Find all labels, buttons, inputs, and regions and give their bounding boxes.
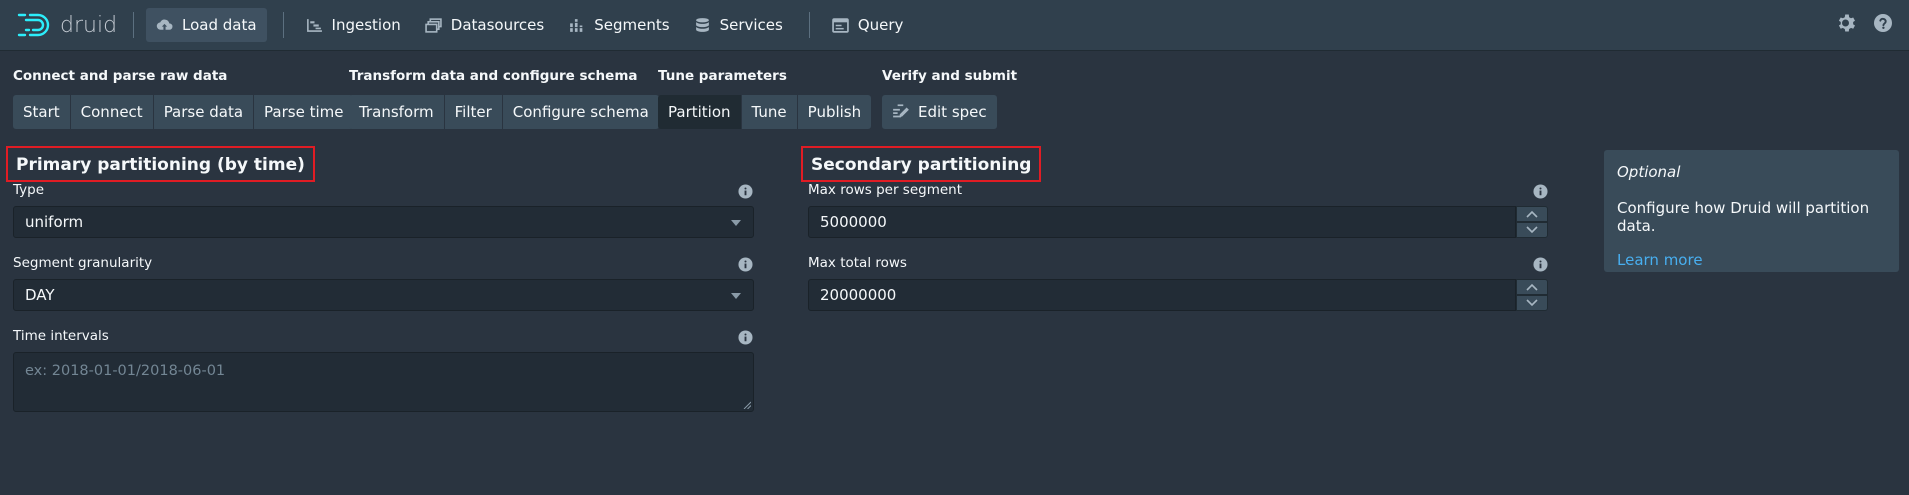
step-buttons: Partition Tune Publish <box>658 95 872 129</box>
step-parse-data-button[interactable]: Parse data <box>153 95 255 129</box>
caret-down-icon <box>731 220 741 226</box>
learn-more-link[interactable]: Learn more <box>1617 251 1703 269</box>
max-total-rows-value: 20000000 <box>820 286 897 304</box>
type-select-value: uniform <box>25 213 84 231</box>
nav-right-actions <box>1837 13 1893 33</box>
segment-granularity-value: DAY <box>25 286 55 304</box>
max-rows-per-segment-input[interactable]: 5000000 <box>808 206 1516 238</box>
step-title: Tune parameters <box>658 68 787 84</box>
callout-text: Configure how Druid will partition data. <box>1617 199 1870 235</box>
max-total-rows-input[interactable]: 20000000 <box>808 279 1516 311</box>
nav-segments[interactable]: Segments <box>558 8 679 42</box>
decrement-button[interactable] <box>1516 295 1548 311</box>
cloud-upload-icon <box>156 19 173 30</box>
resize-grip-icon[interactable] <box>743 401 751 409</box>
cog-icon[interactable] <box>1837 13 1857 33</box>
nav-services-label: Services <box>719 16 783 34</box>
nav-segments-label: Segments <box>594 16 670 34</box>
step-buttons: Transform Filter Configure schema <box>349 95 659 129</box>
info-icon[interactable] <box>738 330 753 345</box>
nav-query-label: Query <box>857 16 904 34</box>
stacked-chart-icon <box>569 18 585 32</box>
step-title: Transform data and configure schema <box>349 68 638 84</box>
step-partition-button[interactable]: Partition <box>658 95 742 129</box>
nav-query[interactable]: Query <box>822 8 914 42</box>
nav-divider <box>282 12 284 38</box>
info-icon[interactable] <box>738 184 753 199</box>
step-edit-spec-button[interactable]: Edit spec <box>882 95 997 129</box>
max-total-rows-label: Max total rows <box>808 255 907 271</box>
nav-datasources-label: Datasources <box>450 16 545 34</box>
chevron-down-icon <box>1526 226 1538 234</box>
chevron-up-icon <box>1526 283 1538 291</box>
step-start-button[interactable]: Start <box>13 95 71 129</box>
segment-granularity-select[interactable]: DAY <box>13 279 754 311</box>
chevron-down-icon <box>1526 299 1538 307</box>
edit-spec-label: Edit spec <box>918 103 987 121</box>
increment-button[interactable] <box>1516 206 1548 222</box>
step-group-transform: Transform data and configure schema Tran… <box>349 68 659 129</box>
logo-text: druid <box>60 12 118 38</box>
multi-select-icon <box>425 17 442 33</box>
increment-button[interactable] <box>1516 279 1548 295</box>
nav-ingestion[interactable]: Ingestion <box>296 8 411 42</box>
nav-load-data[interactable]: Load data <box>146 8 267 42</box>
step-buttons: Start Connect Parse data Parse time <box>13 95 354 129</box>
nav-divider <box>808 12 810 38</box>
top-navbar: druid Load data Ingestion Datasources Se… <box>0 0 1909 51</box>
help-icon[interactable] <box>1873 13 1893 33</box>
nav-divider <box>133 12 134 38</box>
step-group-tune: Tune parameters Partition Tune Publish <box>658 68 872 129</box>
step-buttons: Edit spec <box>882 95 1017 129</box>
segment-granularity-label: Segment granularity <box>13 255 153 271</box>
step-title: Verify and submit <box>882 68 1018 84</box>
max-rows-per-segment-label: Max rows per segment <box>808 182 963 198</box>
time-intervals-placeholder: ex: 2018-01-01/2018-06-01 <box>25 363 226 379</box>
decrement-button[interactable] <box>1516 222 1548 238</box>
max-rows-per-segment-value: 5000000 <box>820 213 887 231</box>
step-connect-button[interactable]: Connect <box>70 95 154 129</box>
step-publish-button[interactable]: Publish <box>797 95 872 129</box>
nav-ingestion-label: Ingestion <box>331 16 401 34</box>
info-icon[interactable] <box>1533 184 1548 199</box>
druid-logo[interactable]: druid <box>16 11 121 39</box>
nav-datasources[interactable]: Datasources <box>415 8 554 42</box>
step-parse-time-button[interactable]: Parse time <box>254 95 354 129</box>
step-group-verify: Verify and submit Edit spec <box>882 68 1017 129</box>
secondary-partitioning-heading: Secondary partitioning <box>801 146 1042 182</box>
application-icon <box>832 17 849 33</box>
optional-callout: Optional Configure how Druid will partit… <box>1604 150 1899 272</box>
caret-down-icon <box>731 293 741 299</box>
max-rows-stepper <box>1516 206 1548 238</box>
type-select[interactable]: uniform <box>13 206 754 238</box>
annotation-icon <box>893 104 909 118</box>
max-total-rows-stepper <box>1516 279 1548 311</box>
step-transform-button[interactable]: Transform <box>349 95 445 129</box>
time-intervals-label: Time intervals <box>13 328 109 344</box>
type-label: Type <box>13 182 45 198</box>
step-filter-button[interactable]: Filter <box>444 95 503 129</box>
info-icon[interactable] <box>738 257 753 272</box>
chevron-up-icon <box>1526 210 1538 218</box>
primary-partitioning-heading: Primary partitioning (by time) <box>6 146 315 182</box>
druid-logo-icon <box>17 13 50 37</box>
gantt-chart-icon <box>306 18 322 32</box>
step-group-connect: Connect and parse raw data Start Connect… <box>13 68 354 129</box>
nav-services[interactable]: Services <box>684 8 793 42</box>
step-title: Connect and parse raw data <box>13 68 228 84</box>
nav-load-data-label: Load data <box>182 16 257 34</box>
time-intervals-textarea[interactable]: ex: 2018-01-01/2018-06-01 <box>13 352 754 412</box>
step-configure-schema-button[interactable]: Configure schema <box>502 95 659 129</box>
info-icon[interactable] <box>1533 257 1548 272</box>
callout-title: Optional <box>1617 163 1681 181</box>
database-icon <box>695 17 709 32</box>
step-tune-button[interactable]: Tune <box>741 95 798 129</box>
